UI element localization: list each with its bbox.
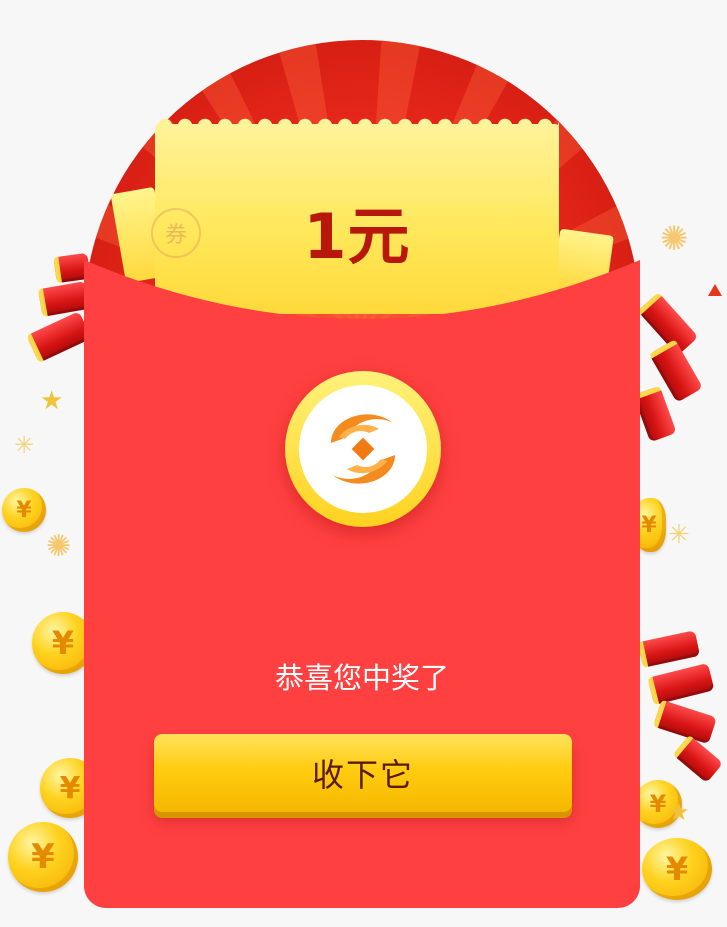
sparkle-icon: ✺ — [660, 219, 689, 259]
congrats-message: 恭喜您中奖了 — [274, 661, 449, 695]
star-icon: ★ — [40, 386, 64, 416]
sparkle-icon: ✳ — [14, 431, 35, 459]
firecracker-icon — [37, 281, 91, 317]
logo-coin — [285, 371, 441, 527]
triangle-confetti-icon — [708, 284, 722, 296]
claim-button[interactable]: 收下它 — [154, 734, 572, 812]
sparkle-icon: ✺ — [46, 529, 72, 564]
sparkle-icon: ✳ — [668, 520, 690, 550]
firecracker-icon — [26, 311, 92, 363]
ticket-serrated-edge — [155, 116, 559, 126]
gold-coin-icon: ¥ — [8, 822, 78, 892]
gold-coin-icon: ¥ — [2, 488, 46, 532]
red-envelope: 恭喜您中奖了 收下它 — [84, 260, 640, 908]
firecracker-icon — [653, 699, 717, 745]
star-icon: ★ — [668, 798, 690, 826]
firecracker-icon — [672, 734, 724, 784]
sync-coin-logo-icon — [299, 385, 427, 513]
gold-coin-icon: ¥ — [642, 838, 712, 900]
firecracker-icon — [647, 662, 715, 706]
firecracker-icon — [637, 630, 701, 668]
